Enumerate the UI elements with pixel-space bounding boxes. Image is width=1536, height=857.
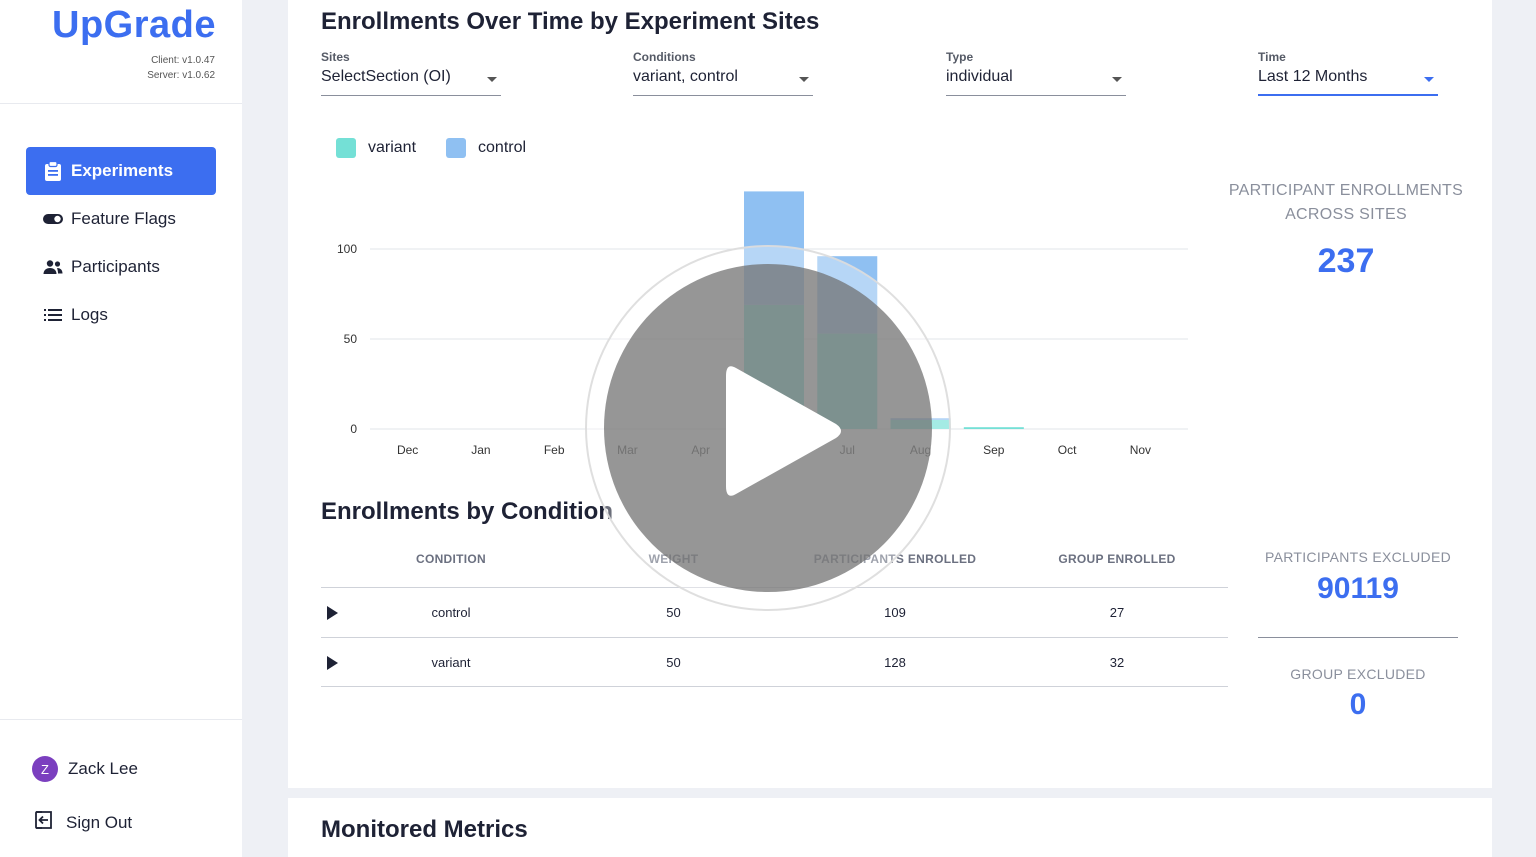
y-tick-label: 50	[344, 332, 358, 346]
x-tick-label: Dec	[397, 443, 418, 457]
conditions-label: Conditions	[633, 50, 696, 64]
sites-label: Sites	[321, 50, 350, 64]
table-row[interactable]: variant 50 128 32	[321, 637, 1228, 687]
participants-excluded-value: 90119	[1317, 572, 1399, 605]
sidebar-item-logs[interactable]: Logs	[26, 291, 216, 339]
expand-icon[interactable]	[327, 656, 338, 670]
cell-condition: variant	[431, 655, 471, 670]
y-tick-label: 100	[337, 242, 357, 256]
sidebar: UpGrade Client: v1.0.47 Server: v1.0.62 …	[0, 0, 242, 857]
sidebar-nav: Experiments Feature Flags Participants L…	[26, 147, 216, 339]
sign-out-icon	[34, 810, 54, 835]
play-icon[interactable]	[722, 362, 846, 500]
sites-select[interactable]: Sites SelectSection (OI)	[321, 50, 501, 96]
legend-swatch-control	[446, 138, 467, 158]
legend-label-variant: variant	[368, 139, 417, 156]
server-version: Server: v1.0.62	[147, 70, 215, 81]
bar-variant-sep	[963, 427, 1024, 429]
cell-participants: 109	[884, 605, 906, 620]
app-logo[interactable]: UpGrade	[52, 4, 216, 47]
legend-item-variant[interactable]: variant	[336, 138, 416, 158]
sidebar-footer: Z Zack Lee Sign Out	[0, 719, 242, 857]
y-tick-label: 0	[350, 422, 357, 436]
sidebar-item-participants[interactable]: Participants	[26, 243, 216, 291]
clipboard-icon	[43, 161, 63, 181]
cell-group: 27	[1109, 605, 1125, 620]
sidebar-item-label: Participants	[71, 257, 160, 276]
sidebar-item-feature-flags[interactable]: Feature Flags	[26, 195, 216, 243]
toggle-icon	[43, 209, 63, 229]
participant-enrollments-label-line2: ACROSS SITES	[1285, 206, 1407, 223]
participant-enrollments-label-line1: PARTICIPANT ENROLLMENTS	[1228, 182, 1464, 199]
users-icon	[43, 257, 63, 277]
legend-item-control[interactable]: control	[446, 138, 526, 158]
time-label: Time	[1258, 50, 1286, 64]
time-select[interactable]: Time Last 12 Months	[1258, 50, 1438, 96]
time-value: Last 12 Months	[1258, 68, 1368, 85]
list-icon	[43, 305, 63, 325]
x-tick-label: Feb	[544, 443, 565, 457]
x-tick-label: Sep	[983, 443, 1005, 457]
participant-enrollments-value: 237	[1317, 242, 1375, 280]
sign-out-label: Sign Out	[66, 812, 133, 832]
stats-divider	[1258, 637, 1458, 638]
x-tick-label: Oct	[1058, 443, 1077, 457]
client-version: Client: v1.0.47	[151, 55, 215, 66]
section-title-enrollments-over-time: Enrollments Over Time by Experiment Site…	[321, 8, 820, 35]
type-value: individual	[946, 68, 1013, 85]
table-bottom-border	[321, 686, 1228, 687]
chevron-down-icon	[1424, 77, 1434, 82]
type-label: Type	[946, 50, 974, 64]
participants-excluded-label: PARTICIPANTS EXCLUDED	[1264, 549, 1451, 565]
chevron-down-icon	[799, 77, 809, 82]
column-header-condition: CONDITION	[415, 552, 487, 566]
sidebar-item-label: Feature Flags	[71, 209, 176, 228]
cell-weight: 50	[666, 655, 681, 670]
sidebar-item-label: Logs	[71, 305, 108, 324]
type-select[interactable]: Type individual	[946, 50, 1126, 96]
chevron-down-icon	[487, 77, 497, 82]
section-title-enrollments-by-condition: Enrollments by Condition	[321, 498, 613, 525]
group-excluded-label: GROUP EXCLUDED	[1290, 666, 1426, 682]
sidebar-item-label: Experiments	[71, 161, 174, 180]
sites-value: SelectSection (OI)	[321, 68, 451, 85]
chevron-down-icon	[1112, 77, 1122, 82]
cell-condition: control	[431, 605, 471, 620]
legend-swatch-variant	[336, 138, 356, 158]
x-tick-label: Nov	[1130, 443, 1151, 457]
conditions-select[interactable]: Conditions variant, control	[633, 50, 813, 96]
sign-out-button[interactable]: Sign Out	[34, 810, 132, 835]
group-excluded-value: 0	[1349, 688, 1367, 721]
expand-icon[interactable]	[327, 606, 338, 620]
user-profile[interactable]: Z Zack Lee	[32, 756, 138, 782]
legend-label-control: control	[478, 139, 527, 156]
column-header-group-enrolled: GROUP ENROLLED	[1058, 552, 1176, 566]
sidebar-item-experiments[interactable]: Experiments	[26, 147, 216, 195]
conditions-value: variant, control	[633, 68, 738, 85]
avatar: Z	[32, 756, 58, 782]
user-name: Zack Lee	[68, 759, 138, 778]
section-title-monitored-metrics: Monitored Metrics	[321, 816, 528, 843]
x-tick-label: Jan	[471, 443, 490, 457]
chart-legend: variant control	[336, 138, 556, 158]
cell-participants: 128	[884, 655, 906, 670]
brand-header: UpGrade Client: v1.0.47 Server: v1.0.62	[0, 0, 242, 104]
cell-group: 32	[1109, 655, 1125, 670]
